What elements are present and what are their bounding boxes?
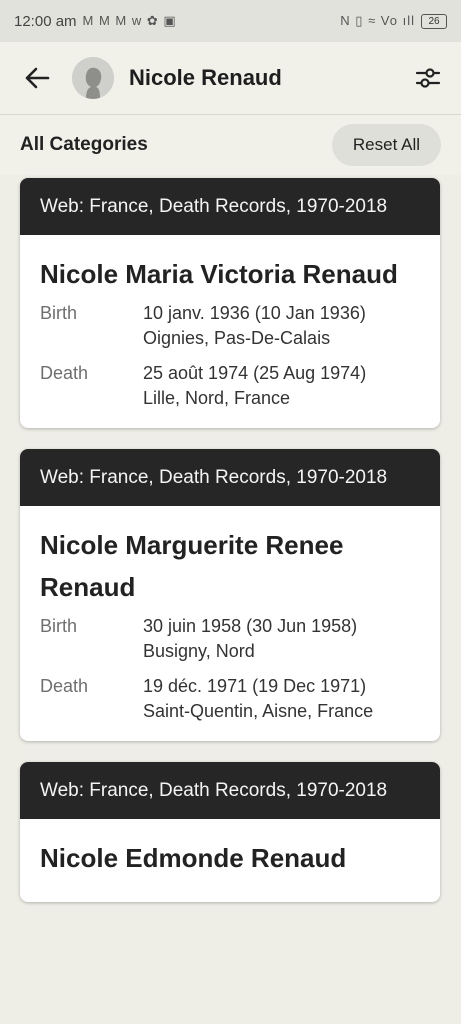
event-date: 30 juin 1958 (30 Jun 1958) — [143, 616, 358, 636]
category-filter-label[interactable]: All Categories — [20, 134, 148, 156]
event-place: Lille, Nord, France — [143, 388, 291, 408]
event-place: Busigny, Nord — [143, 641, 255, 661]
record-list: Web: France, Death Records, 1970-2018 Ni… — [20, 178, 440, 923]
event-details: 25 août 1974 (25 Aug 1974) Lille, Nord, … — [143, 361, 366, 411]
event-row-birth: Birth 10 janv. 1936 (10 Jan 1936) Oignie… — [40, 301, 420, 351]
event-label: Birth — [40, 616, 78, 636]
event-label: Death — [40, 363, 89, 383]
record-body: Nicole Marguerite Renee Renaud Birth 30 … — [20, 506, 440, 741]
event-date: 19 déc. 1971 (19 Dec 1971) — [143, 676, 367, 696]
battery-icon: 26 — [421, 13, 447, 29]
back-button[interactable] — [22, 63, 52, 93]
event-place: Saint-Quentin, Aisne, France — [143, 701, 374, 721]
record-body: Nicole Edmonde Renaud — [20, 819, 440, 902]
event-row-death: Death 19 déc. 1971 (19 Dec 1971) Saint-Q… — [40, 674, 420, 724]
event-place: Oignies, Pas-De-Calais — [143, 328, 331, 348]
notification-icons: M M M w ✿ ▣ — [82, 13, 177, 28]
filter-button[interactable] — [413, 63, 443, 93]
event-details: 10 janv. 1936 (10 Jan 1936) Oignies, Pas… — [143, 301, 366, 351]
record-source: Web: France, Death Records, 1970-2018 — [20, 178, 440, 235]
record-name: Nicole Marguerite Renee Renaud — [40, 530, 344, 602]
avatar — [72, 57, 114, 99]
status-time: 12:00 am — [14, 12, 77, 30]
app-header: Nicole Renaud — [0, 42, 461, 115]
event-details: 19 déc. 1971 (19 Dec 1971) Saint-Quentin… — [143, 674, 373, 724]
event-label: Birth — [40, 303, 78, 323]
record-card[interactable]: Web: France, Death Records, 1970-2018 Ni… — [20, 762, 440, 902]
status-bar: 12:00 am M M M w ✿ ▣ N ▯ ≈ Vo ıll 26 — [0, 0, 461, 42]
record-name: Nicole Maria Victoria Renaud — [40, 259, 398, 289]
event-details: 30 juin 1958 (30 Jun 1958) Busigny, Nord — [143, 614, 357, 664]
event-label: Death — [40, 676, 89, 696]
event-date: 25 août 1974 (25 Aug 1974) — [143, 363, 367, 383]
reset-all-button[interactable]: Reset All — [331, 124, 441, 166]
record-card[interactable]: Web: France, Death Records, 1970-2018 Ni… — [20, 178, 440, 428]
record-source: Web: France, Death Records, 1970-2018 — [20, 762, 440, 819]
status-right: N ▯ ≈ Vo ıll 26 — [340, 13, 447, 29]
arrow-left-icon — [25, 67, 50, 89]
page-title: Nicole Renaud — [129, 65, 282, 90]
record-name: Nicole Edmonde Renaud — [40, 843, 347, 873]
sliders-icon — [415, 68, 441, 88]
event-row-birth: Birth 30 juin 1958 (30 Jun 1958) Busigny… — [40, 614, 420, 664]
event-row-death: Death 25 août 1974 (25 Aug 1974) Lille, … — [40, 361, 420, 411]
category-bar: All Categories Reset All — [0, 115, 461, 175]
person-silhouette-icon — [72, 57, 114, 99]
event-date: 10 janv. 1936 (10 Jan 1936) — [143, 303, 366, 323]
system-icons: N ▯ ≈ Vo ıll — [340, 13, 415, 28]
record-body: Nicole Maria Victoria Renaud Birth 10 ja… — [20, 235, 440, 428]
record-source: Web: France, Death Records, 1970-2018 — [20, 449, 440, 506]
status-left: 12:00 am M M M w ✿ ▣ — [14, 13, 177, 30]
record-card[interactable]: Web: France, Death Records, 1970-2018 Ni… — [20, 449, 440, 741]
